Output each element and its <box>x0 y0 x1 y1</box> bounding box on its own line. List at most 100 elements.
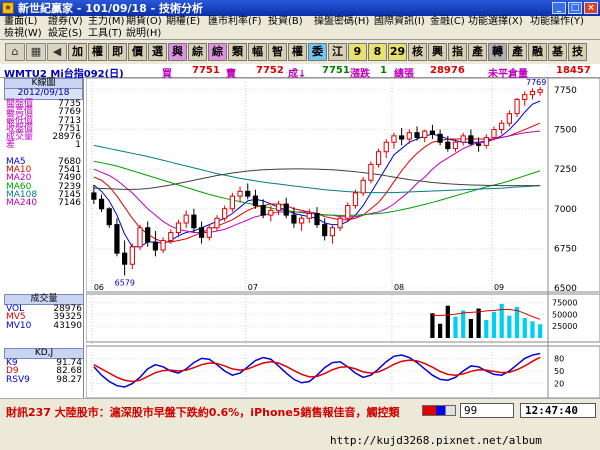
window-grid-icon[interactable]: ▦ <box>26 43 46 61</box>
toolbar-button[interactable]: 類 <box>228 43 247 61</box>
toolbar-button[interactable]: 興 <box>428 43 447 61</box>
candle <box>260 205 266 216</box>
toolbar-button[interactable]: 權 <box>288 43 307 61</box>
menu-options[interactable]: 期權(E) <box>166 16 200 28</box>
toolbar-button[interactable]: 技 <box>568 43 587 61</box>
price-tick-label: 7000 <box>554 205 577 215</box>
menu-tools[interactable]: 工具(T) <box>88 28 122 40</box>
price-tick-label: 6500 <box>554 284 577 294</box>
toolbar-button[interactable]: 9 <box>348 43 367 61</box>
volume-legend: 成交量 VOL 28976 MV5 39325 MV10 43190 <box>4 294 84 330</box>
candle <box>368 163 374 181</box>
menu-bar: 畫面(L) 證券(V) 主力(M) 期貨(O) 期權(E) 匯市利率(F) 投資… <box>0 16 600 40</box>
toolbar-button[interactable]: 加 <box>68 43 87 61</box>
toolbar-button[interactable]: 權 <box>88 43 107 61</box>
indicator-row: 成交量 28976 <box>4 133 83 142</box>
volume-bar <box>491 311 497 338</box>
indicator-row: MV10 43190 <box>4 321 84 330</box>
ask-price: 7752 <box>256 65 284 76</box>
menu-securities[interactable]: 證券(V) <box>48 16 83 28</box>
candle <box>445 141 451 150</box>
toolbar-button[interactable]: 與 <box>168 43 187 61</box>
indicator-label: RSV9 <box>6 374 30 385</box>
chart-area[interactable]: 7750 7500 7250 7000 6750 6500 06 07 08 09 7769 6579… <box>86 78 600 398</box>
toolbar-button[interactable]: 8 <box>368 43 387 61</box>
clock: 12:47:40 <box>520 403 596 418</box>
toolbar-button[interactable]: 選 <box>148 43 167 61</box>
home-icon[interactable]: ⌂ <box>5 43 25 61</box>
watermark-url: http://kujd3268.pixnet.net/album <box>330 434 542 447</box>
menu-settings[interactable]: 設定(S) <box>48 28 82 40</box>
candle <box>391 135 397 143</box>
kd-panel <box>86 345 600 398</box>
back-arrow-icon[interactable]: ◀ <box>47 43 67 61</box>
toolbar-button[interactable]: 即 <box>108 43 127 61</box>
menu-international[interactable]: 國際資訊(I) <box>374 16 425 28</box>
toolbar-button[interactable]: 融 <box>528 43 547 61</box>
candle <box>145 227 151 243</box>
toolbar-button[interactable]: 幅 <box>248 43 267 61</box>
indicator-value: 7146 <box>58 198 81 209</box>
menu-main-force[interactable]: 主力(M) <box>88 16 124 28</box>
volume-tick-label: 25000 <box>552 322 577 331</box>
toolbar-button[interactable]: 綜 <box>188 43 207 61</box>
menu-investment[interactable]: 投資(B) <box>268 16 303 28</box>
candle <box>168 232 174 241</box>
x-tick-label: 09 <box>494 283 504 292</box>
candle <box>337 217 343 229</box>
toolbar-button[interactable]: 江 <box>328 43 347 61</box>
candle <box>360 179 366 194</box>
toolbar-button[interactable]: 智 <box>268 43 287 61</box>
candle <box>429 130 436 135</box>
menu-function-operate[interactable]: 功能操作(Y) <box>530 16 584 28</box>
volume-bar <box>538 324 543 338</box>
candle <box>499 122 505 131</box>
candle <box>229 195 235 210</box>
kd-legend: KD,J K9 91.74 D9 82.68 RSV9 98.27 <box>4 348 84 384</box>
maximize-button[interactable]: □ <box>568 2 582 14</box>
volume-bar <box>507 315 512 338</box>
menu-view[interactable]: 檢視(W) <box>4 28 42 40</box>
volume-bar <box>499 303 504 338</box>
volume-bar <box>438 323 443 338</box>
indicator-value: 98.27 <box>56 374 82 385</box>
candle <box>175 222 182 234</box>
toolbar-button[interactable]: 產 <box>508 43 527 61</box>
menu-fx-rates[interactable]: 匯市利率(F) <box>208 16 262 28</box>
toolbar-button[interactable]: 價 <box>128 43 147 61</box>
toolbar-button[interactable]: 綜 <box>208 43 227 61</box>
toolbar-button[interactable]: 基 <box>548 43 567 61</box>
candle <box>483 136 489 146</box>
indicator-label: 差 <box>6 140 16 151</box>
page-code-field[interactable]: 99 <box>460 403 514 418</box>
candle <box>345 205 351 219</box>
toolbar-button[interactable]: 轉 <box>488 43 507 61</box>
title-bar: ★ 新世紀贏家 - 101/09/18 - 技術分析 _ □ × <box>0 0 600 16</box>
candle <box>322 224 328 237</box>
candle <box>468 135 474 145</box>
menu-screen[interactable]: 畫面(L) <box>4 16 37 28</box>
price-tick-label: 6750 <box>554 244 577 254</box>
minimize-button[interactable]: _ <box>552 2 566 14</box>
candle <box>422 130 428 138</box>
volume-bar <box>430 313 435 338</box>
close-button[interactable]: × <box>584 2 598 14</box>
toolbar-button[interactable]: 委 <box>308 43 327 61</box>
menu-trading-code[interactable]: 操盤密碼(H) <box>314 16 369 28</box>
volume-tick-label: 50000 <box>552 310 577 319</box>
candle <box>91 192 97 200</box>
news-ticker[interactable]: 財訊237 大陸股市：滬深股市早盤下跌約0.6%，iPhone5銷售報佳音，觸控… <box>6 404 422 420</box>
menu-finance[interactable]: 金融(C) <box>430 16 465 28</box>
toolbar-button[interactable]: 核 <box>408 43 427 61</box>
candle <box>291 214 297 224</box>
toolbar-button[interactable]: 產 <box>468 43 487 61</box>
toolbar: ⌂ ▦ ◀ 加權即價選與綜綜類幅智權委江 9 8 29 核興指產轉產融基技 <box>0 40 600 64</box>
candle <box>152 241 159 251</box>
menu-help[interactable]: 說明(H) <box>126 28 161 40</box>
menu-futures[interactable]: 期貨(O) <box>126 16 162 28</box>
bid-price: 7751 <box>192 65 220 76</box>
menu-function-select[interactable]: 功能選擇(X) <box>468 16 523 28</box>
toolbar-button[interactable]: 29 <box>388 43 407 61</box>
candle <box>437 133 443 143</box>
toolbar-button[interactable]: 指 <box>448 43 467 61</box>
